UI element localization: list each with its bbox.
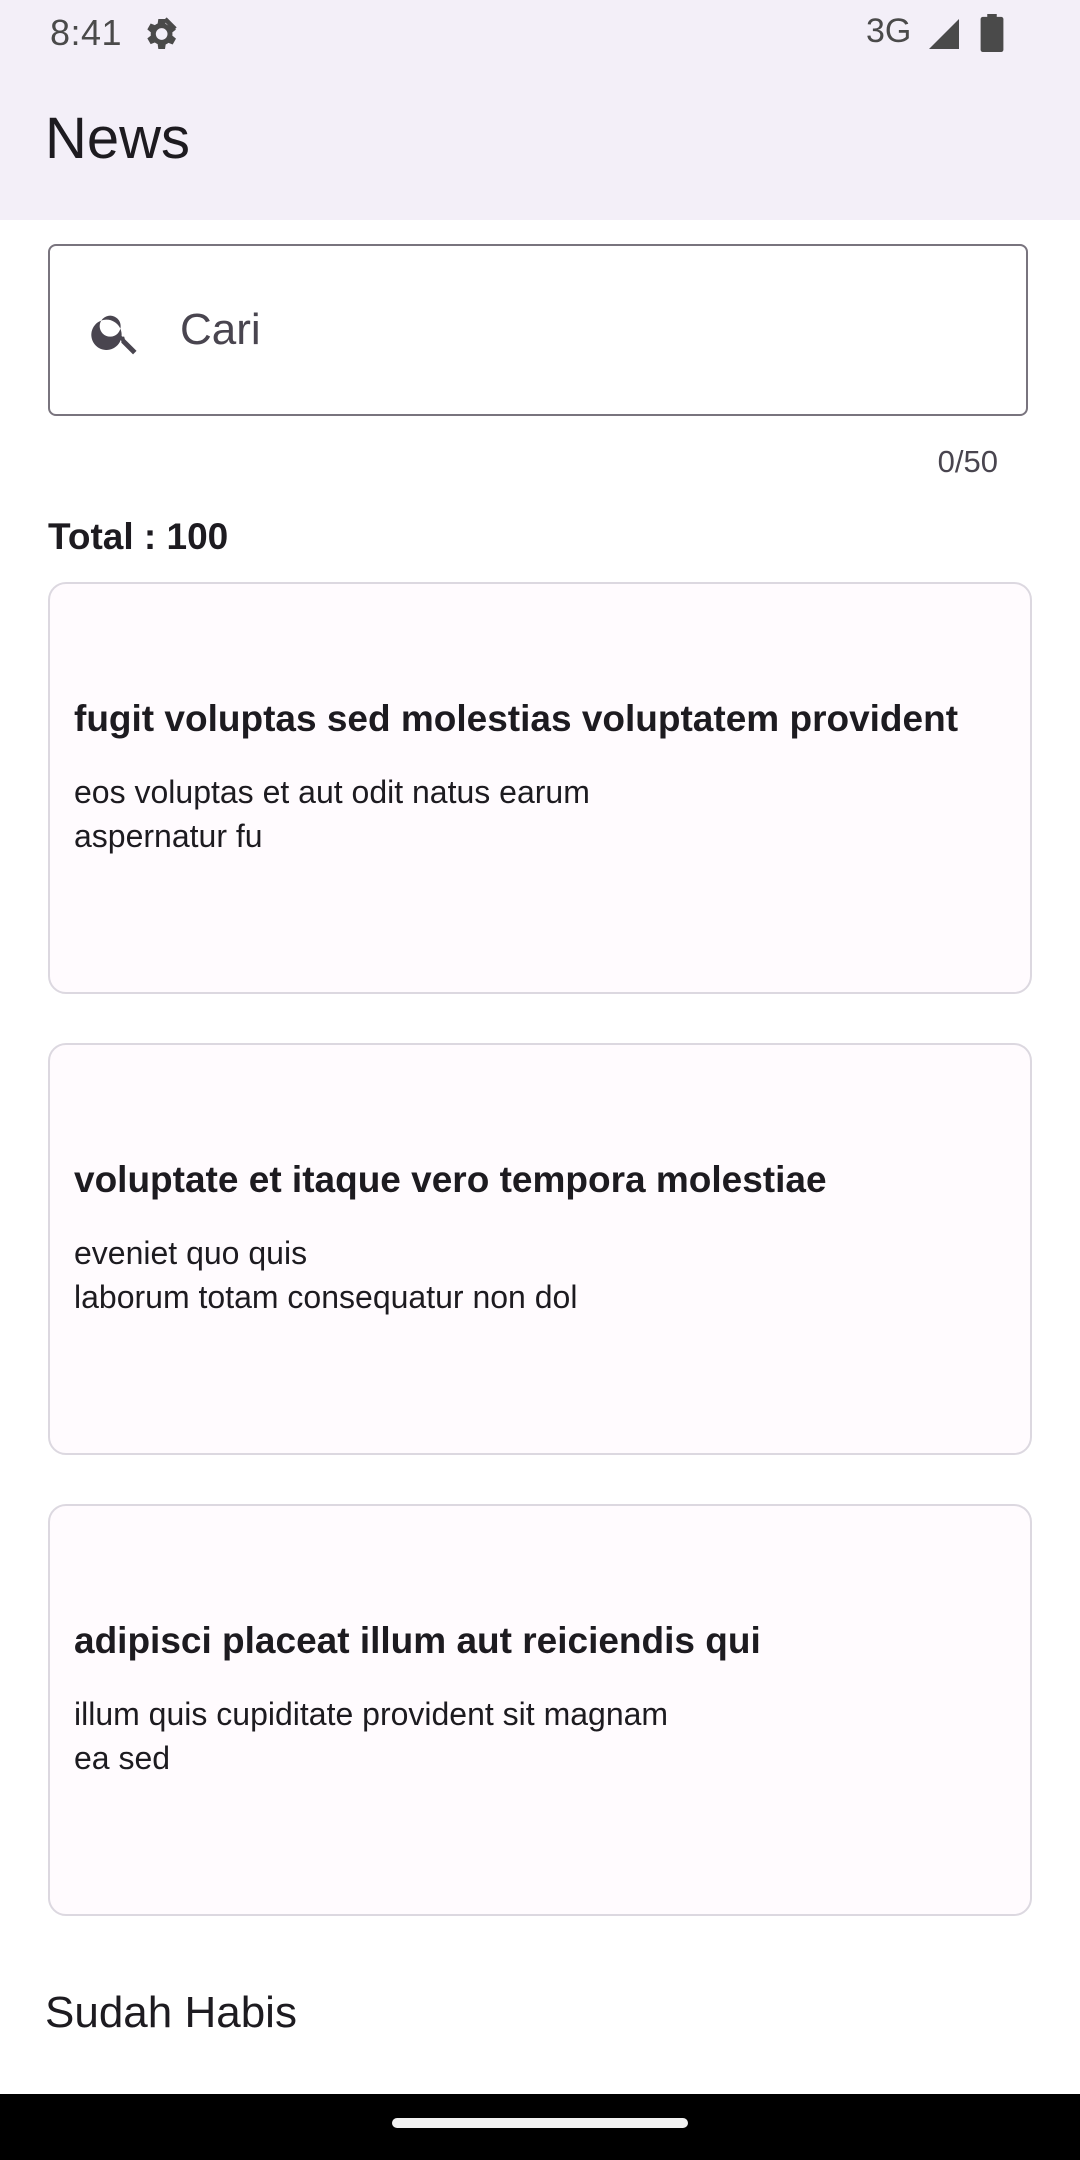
end-of-list-text: Sudah Habis bbox=[45, 1988, 297, 2037]
battery-icon bbox=[980, 14, 1004, 52]
search-field[interactable] bbox=[48, 244, 1028, 416]
home-indicator[interactable] bbox=[392, 2118, 688, 2128]
page-title: News bbox=[45, 106, 191, 171]
network-type: 3G bbox=[866, 12, 912, 50]
total-count: Total : 100 bbox=[48, 516, 229, 557]
settings-gear-icon bbox=[147, 17, 177, 49]
news-card[interactable]: fugit voluptas sed molestias voluptatem … bbox=[48, 582, 1032, 994]
status-bar: 8:41 3G bbox=[0, 0, 1080, 66]
app-header: 8:41 3G News bbox=[0, 0, 1080, 220]
news-card-title: voluptate et itaque vero tempora molesti… bbox=[74, 1159, 827, 1200]
character-counter: 0/50 bbox=[937, 444, 998, 479]
news-card-body: illum quis cupiditate provident sit magn… bbox=[74, 1696, 669, 1776]
news-card[interactable]: voluptate et itaque vero tempora molesti… bbox=[48, 1043, 1032, 1455]
news-card[interactable]: adipisci placeat illum aut reiciendis qu… bbox=[48, 1504, 1032, 1916]
navigation-bar bbox=[0, 2094, 1080, 2160]
news-card-title: fugit voluptas sed molestias voluptatem … bbox=[74, 698, 959, 739]
search-input[interactable] bbox=[180, 286, 1000, 374]
search-icon bbox=[91, 315, 137, 355]
news-card-body: eos voluptas et aut odit natus earum asp… bbox=[74, 774, 590, 854]
news-card-title: adipisci placeat illum aut reiciendis qu… bbox=[74, 1620, 761, 1661]
news-card-body: eveniet quo quis laborum totam consequat… bbox=[74, 1235, 578, 1315]
signal-icon bbox=[929, 19, 959, 49]
status-time: 8:41 bbox=[50, 12, 123, 53]
